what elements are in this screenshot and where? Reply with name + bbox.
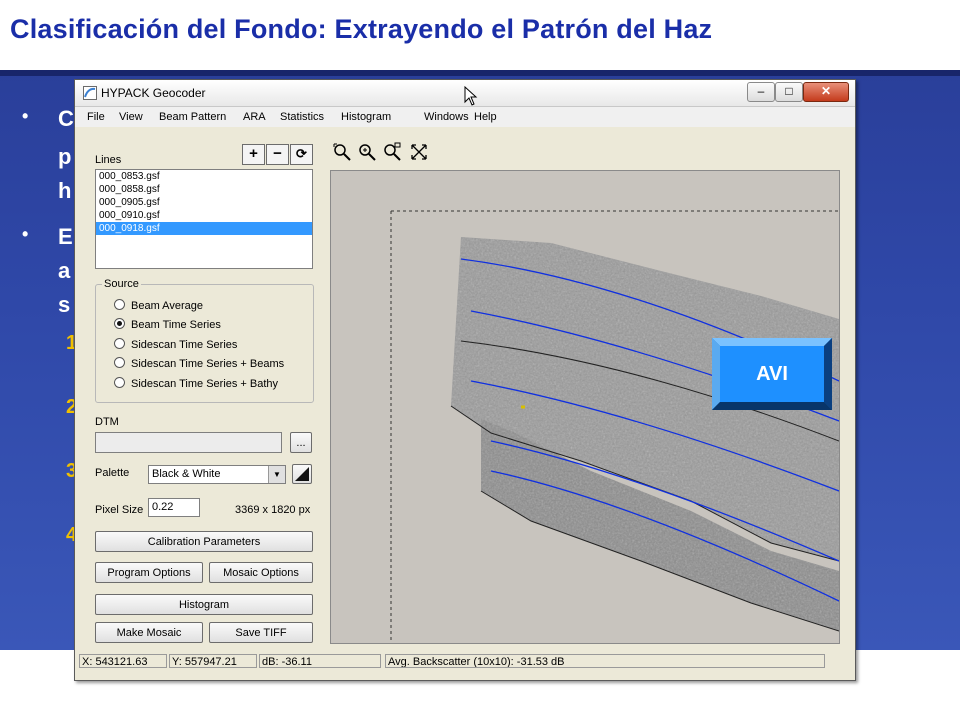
radio-beam-time-series[interactable]: Beam Time Series — [114, 318, 221, 331]
menu-file[interactable]: File — [87, 111, 105, 123]
menu-bar: File View Beam Pattern ARA Statistics Hi… — [75, 107, 855, 127]
dtm-field[interactable] — [95, 432, 282, 453]
mosaic-dimensions: 3369 x 1820 px — [235, 504, 311, 516]
bullet-fragment: h — [58, 178, 72, 203]
list-item[interactable]: 000_0905.gsf — [96, 196, 312, 209]
status-x: X: 543121.63 — [79, 654, 167, 668]
add-line-button[interactable]: + — [242, 144, 265, 165]
lines-list[interactable]: 000_0853.gsf 000_0858.gsf 000_0905.gsf 0… — [95, 169, 313, 269]
bullet-fragment: p — [58, 144, 72, 169]
radio-icon — [114, 338, 125, 349]
dropdown-arrow-icon: ▼ — [268, 466, 285, 483]
status-y: Y: 557947.21 — [169, 654, 257, 668]
remove-line-button[interactable]: − — [266, 144, 289, 165]
radio-sidescan-time-series[interactable]: Sidescan Time Series — [114, 338, 237, 351]
slide-title: Clasificación del Fondo: Extrayendo el P… — [10, 14, 713, 44]
zoom-in-icon[interactable] — [356, 142, 378, 164]
hypack-app-icon — [83, 86, 97, 100]
fit-view-icon[interactable] — [408, 142, 430, 164]
list-item-selected[interactable]: 000_0918.gsf — [96, 222, 312, 235]
list-item[interactable]: 000_0910.gsf — [96, 209, 312, 222]
status-average-backscatter: Avg. Backscatter (10x10): -31.53 dB — [385, 654, 825, 668]
menu-beam-pattern[interactable]: Beam Pattern — [159, 111, 226, 123]
radio-sidescan-beams[interactable]: Sidescan Time Series + Beams — [114, 357, 284, 370]
lines-label: Lines — [95, 154, 122, 166]
source-group: Source Beam Average Beam Time Series Sid… — [95, 278, 314, 403]
bullet-fragment: a — [58, 258, 71, 283]
radio-selected-icon — [114, 318, 125, 329]
maximize-icon[interactable]: □ — [775, 82, 803, 102]
program-options-button[interactable]: Program Options — [95, 562, 203, 583]
status-db: dB: -36.11 — [259, 654, 381, 668]
window-title: HYPACK Geocoder — [101, 86, 206, 100]
radio-sidescan-bathy[interactable]: Sidescan Time Series + Bathy — [114, 377, 278, 390]
radio-icon — [114, 299, 125, 310]
bullet-fragment: s — [58, 292, 71, 317]
minimize-icon[interactable]: – — [747, 82, 775, 102]
palette-label: Palette — [95, 467, 130, 479]
menu-windows[interactable]: Windows — [424, 111, 469, 123]
avi-label: AVI — [756, 363, 788, 385]
zoom-extents-icon[interactable] — [331, 142, 353, 164]
pixel-size-label: Pixel Size — [95, 504, 144, 516]
close-icon[interactable]: ✕ — [803, 82, 849, 102]
pixel-size-field[interactable]: 0.22 — [148, 498, 200, 517]
palette-select[interactable]: Black & White ▼ — [148, 465, 286, 484]
radio-icon — [114, 357, 125, 368]
avi-video-button[interactable]: AVI — [712, 338, 832, 410]
bullet-fragment: C — [58, 106, 74, 131]
radio-icon — [114, 377, 125, 388]
dtm-browse-button[interactable]: ... — [290, 432, 312, 453]
menu-histogram[interactable]: Histogram — [341, 111, 391, 123]
list-item[interactable]: 000_0853.gsf — [96, 170, 312, 183]
bullet-fragment: E — [58, 224, 73, 249]
palette-swatch-icon — [295, 467, 309, 481]
make-mosaic-button[interactable]: Make Mosaic — [95, 622, 203, 643]
zoom-window-icon[interactable] — [381, 142, 403, 164]
menu-statistics[interactable]: Statistics — [280, 111, 324, 123]
histogram-button[interactable]: Histogram — [95, 594, 313, 615]
list-item[interactable]: 000_0858.gsf — [96, 183, 312, 196]
radio-beam-average[interactable]: Beam Average — [114, 299, 203, 312]
mosaic-options-button[interactable]: Mosaic Options — [209, 562, 313, 583]
refresh-lines-button[interactable]: ⟳ — [290, 144, 313, 165]
calibration-parameters-button[interactable]: Calibration Parameters — [95, 531, 313, 552]
mouse-cursor-icon — [464, 86, 478, 106]
menu-ara[interactable]: ARA — [243, 111, 266, 123]
menu-help[interactable]: Help — [474, 111, 497, 123]
dtm-label: DTM — [95, 416, 119, 428]
menu-view[interactable]: View — [119, 111, 143, 123]
save-tiff-button[interactable]: Save TIFF — [209, 622, 313, 643]
source-label: Source — [102, 278, 141, 290]
palette-color-button[interactable] — [292, 464, 312, 484]
status-bar: X: 543121.63 Y: 557947.21 dB: -36.11 Avg… — [79, 654, 825, 670]
